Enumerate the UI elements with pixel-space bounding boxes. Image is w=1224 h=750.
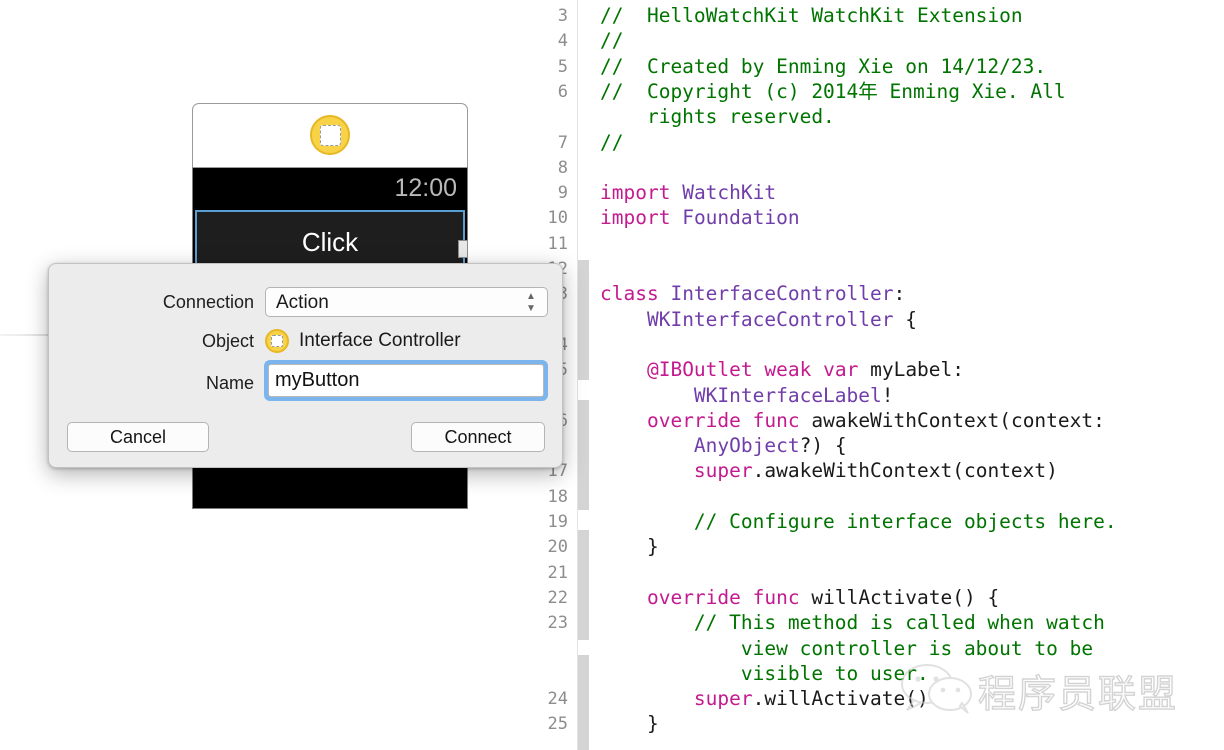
- name-label: Name: [205, 373, 254, 393]
- line-number: 20: [547, 537, 568, 558]
- line-number: 5: [557, 56, 568, 77]
- object-label: Object: [201, 331, 254, 351]
- interface-controller-icon-inner: [319, 124, 341, 146]
- connect-button[interactable]: Connect: [411, 422, 545, 452]
- line-number: 25: [547, 714, 568, 735]
- name-row: Name: [49, 360, 562, 401]
- connection-type-value: Action: [276, 292, 329, 313]
- line-number: 21: [547, 562, 568, 583]
- line-number: 3: [557, 6, 568, 26]
- change-bar-segment: [578, 260, 589, 380]
- object-value: Interface Controller: [299, 330, 461, 351]
- line-number: 9: [557, 183, 568, 204]
- interface-controller-icon: [265, 329, 289, 353]
- watch-status-time: 12:00: [394, 174, 457, 202]
- line-number: 4: [557, 31, 568, 52]
- cancel-button[interactable]: Cancel: [67, 422, 209, 452]
- line-number: 6: [557, 81, 568, 102]
- change-bar-column: [578, 0, 589, 750]
- interface-controller-icon[interactable]: [310, 115, 350, 155]
- scene-dock[interactable]: [192, 103, 468, 167]
- connection-label: Connection: [162, 292, 254, 312]
- code-editor[interactable]: 345678910111213141516171819202122232425 …: [520, 0, 1224, 750]
- object-row: Object Interface Controller: [49, 326, 562, 356]
- resize-handle[interactable]: [458, 240, 468, 258]
- line-number: 22: [547, 587, 568, 608]
- code-text[interactable]: // HelloWatchKit WatchKit Extension//// …: [600, 0, 1224, 750]
- watch-click-button-label: Click: [301, 226, 359, 257]
- name-input[interactable]: [268, 364, 544, 397]
- line-number: 11: [547, 233, 568, 254]
- connection-type-select[interactable]: Action ▲ ▼: [265, 287, 548, 317]
- stepper-arrows-icon: ▲ ▼: [526, 291, 536, 314]
- line-number: 23: [547, 613, 568, 634]
- line-number: 18: [547, 486, 568, 507]
- line-number: 24: [547, 689, 568, 710]
- connection-dialog[interactable]: Connection Action ▲ ▼ Object Interface Co…: [48, 263, 563, 468]
- interface-controller-icon-inner: [271, 335, 283, 347]
- change-bar-segment: [578, 530, 589, 640]
- line-number: 7: [557, 132, 568, 153]
- change-bar-segment: [578, 655, 589, 750]
- line-number: 19: [547, 512, 568, 532]
- name-field-focus-ring: [264, 360, 548, 401]
- line-number: 10: [547, 208, 568, 229]
- change-bar-segment: [578, 400, 589, 510]
- connection-row: Connection Action ▲ ▼: [49, 287, 562, 317]
- line-number: 8: [557, 157, 568, 178]
